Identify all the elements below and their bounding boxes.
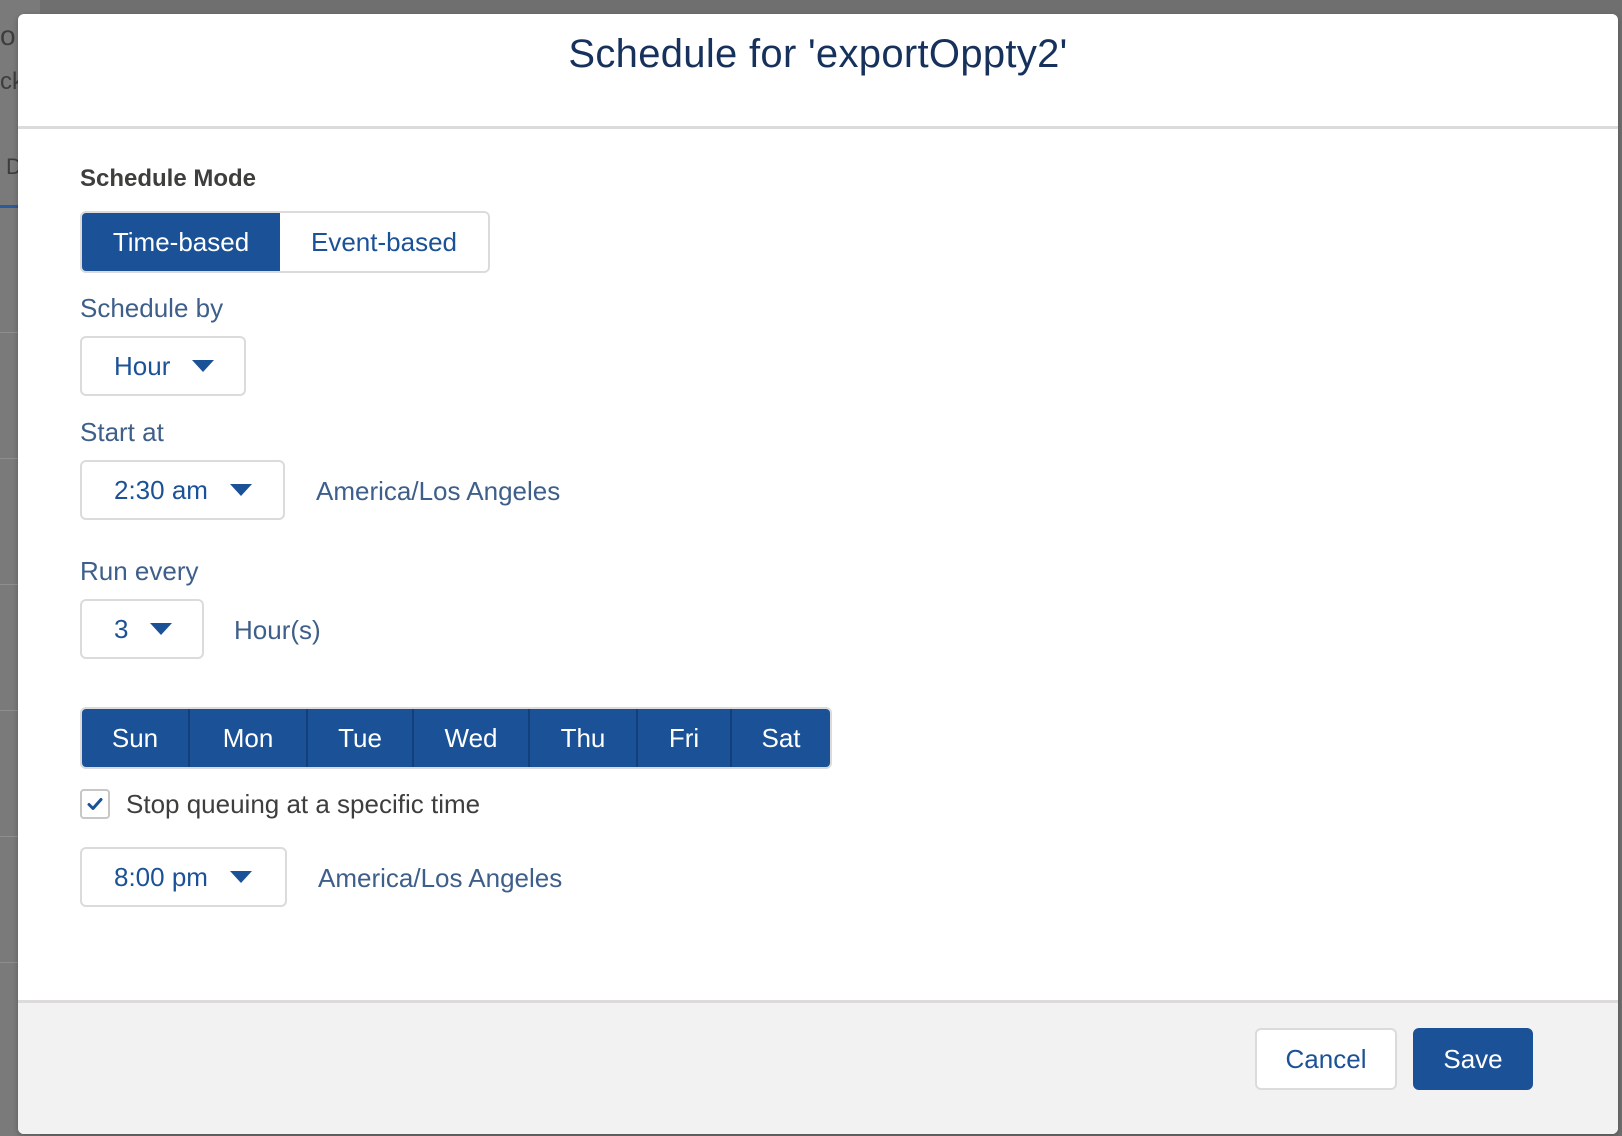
schedule-by-label: Schedule by [80, 293, 224, 323]
schedule-by-value: Hour [114, 350, 171, 381]
day-wed-button[interactable]: Wed [414, 709, 530, 767]
modal-title: Schedule for 'exportOppty2' [568, 31, 1068, 76]
run-every-value: 3 [114, 613, 129, 644]
modal-footer: Cancel Save [18, 1000, 1618, 1134]
start-at-value: 2:30 am [114, 474, 208, 505]
schedule-mode-label: Schedule Mode [80, 165, 257, 192]
time-based-button[interactable]: Time-based [82, 213, 280, 271]
background-divider [0, 962, 18, 963]
start-at-label: Start at [80, 417, 164, 447]
cancel-button[interactable]: Cancel [1255, 1028, 1397, 1090]
schedule-modal: Schedule for 'exportOppty2' Schedule Mod… [18, 14, 1618, 1134]
stop-queuing-time-dropdown[interactable]: 8:00 pm [80, 847, 287, 907]
chevron-down-icon [229, 484, 252, 496]
chevron-down-icon [150, 623, 173, 635]
modal-header: Schedule for 'exportOppty2' [18, 14, 1618, 129]
day-sun-button[interactable]: Sun [82, 709, 190, 767]
day-fri-button[interactable]: Fri [638, 709, 732, 767]
day-selector: Sun Mon Tue Wed Thu Fri Sat [80, 707, 832, 769]
day-mon-button[interactable]: Mon [190, 709, 308, 767]
background-divider [0, 710, 18, 711]
schedule-mode-toggle: Time-based Event-based [80, 211, 490, 273]
stop-queuing-label: Stop queuing at a specific time [126, 789, 481, 819]
stop-queuing-time-value: 8:00 pm [114, 861, 208, 892]
event-based-button[interactable]: Event-based [280, 213, 488, 271]
background-text-fragment: o [0, 20, 16, 51]
run-every-dropdown[interactable]: 3 [80, 599, 204, 659]
background-divider [0, 584, 18, 585]
background-divider [0, 836, 18, 837]
start-at-timezone: America/Los Angeles [316, 476, 561, 506]
save-button[interactable]: Save [1413, 1028, 1533, 1090]
stop-queuing-checkbox[interactable] [80, 789, 110, 819]
run-every-unit: Hour(s) [234, 615, 321, 645]
chevron-down-icon [192, 360, 215, 372]
day-thu-button[interactable]: Thu [530, 709, 638, 767]
day-tue-button[interactable]: Tue [308, 709, 414, 767]
background-divider [0, 458, 18, 459]
background-tab-indicator [0, 205, 18, 208]
modal-body: Schedule Mode Time-based Event-based Sch… [18, 129, 1618, 999]
run-every-label: Run every [80, 556, 199, 586]
schedule-by-dropdown[interactable]: Hour [80, 336, 246, 396]
start-at-dropdown[interactable]: 2:30 am [80, 460, 285, 520]
chevron-down-icon [229, 871, 252, 883]
day-sat-button[interactable]: Sat [732, 709, 830, 767]
checkmark-icon [87, 798, 103, 810]
background-divider [0, 332, 18, 333]
stop-queuing-timezone: America/Los Angeles [318, 863, 563, 893]
